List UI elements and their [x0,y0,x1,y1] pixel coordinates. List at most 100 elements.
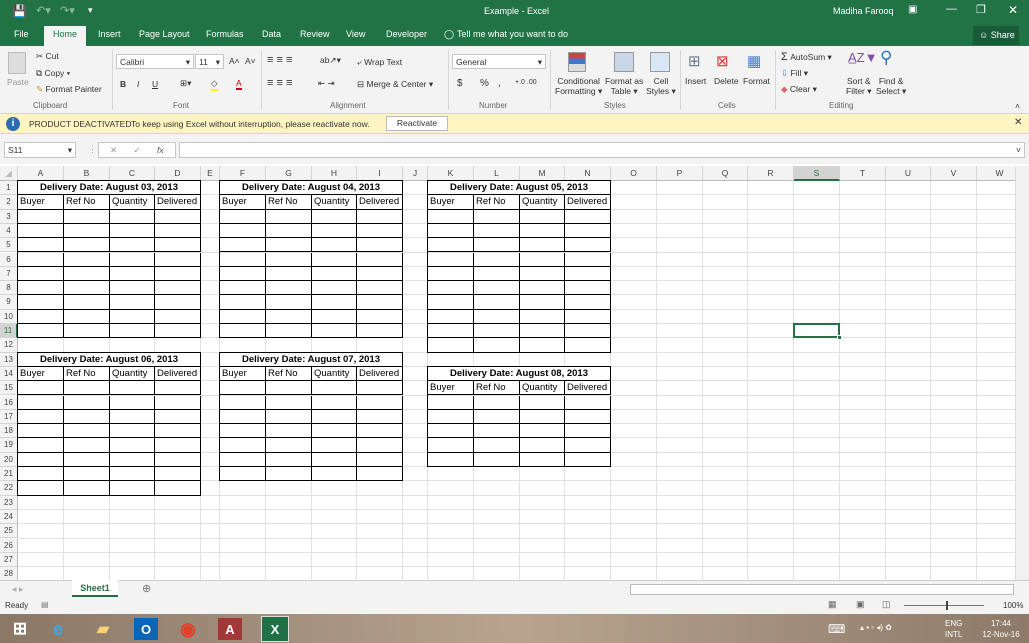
bold-button[interactable]: B [120,79,126,89]
table-data-cell[interactable] [565,424,611,439]
tab-developer[interactable]: Developer [386,29,427,39]
excel-taskbar-icon[interactable]: X [261,616,289,642]
table-data-cell[interactable] [18,209,64,224]
row-header-13[interactable]: 13 [0,352,18,367]
column-header-g[interactable]: G [266,166,312,181]
table-header-cell[interactable]: Ref No [64,366,110,382]
table-data-cell[interactable] [64,467,110,482]
table-data-cell[interactable] [520,209,565,224]
conditional-formatting-button[interactable]: Conditional Formatting ▾ [555,76,602,97]
page-layout-view-icon[interactable]: ▣ [856,599,865,610]
table-data-cell[interactable] [474,424,520,439]
vertical-scrollbar[interactable] [1015,166,1029,580]
cut-button[interactable]: ✂ Cut [36,51,59,62]
row-header-1[interactable]: 1 [0,181,18,196]
table-data-cell[interactable] [266,324,312,339]
table-data-cell[interactable] [312,467,357,482]
table-data-cell[interactable] [110,409,155,425]
table-data-cell[interactable] [565,281,611,296]
table-data-cell[interactable] [18,324,64,339]
table-data-cell[interactable] [565,409,611,425]
table-data-cell[interactable] [266,409,312,425]
row-header-28[interactable]: 28 [0,567,18,580]
table-data-cell[interactable] [565,209,611,224]
table-header-cell[interactable]: Delivered [155,195,201,210]
table-data-cell[interactable] [428,338,474,353]
table-data-cell[interactable] [520,295,565,310]
table-data-cell[interactable] [565,266,611,282]
table-header-cell[interactable]: Ref No [474,195,520,210]
table-data-cell[interactable] [312,395,357,410]
autosum-button[interactable]: Σ AutoSum ▾ [781,51,832,63]
table-data-cell[interactable] [474,252,520,267]
clear-button[interactable]: ◆ Clear ▾ [781,84,817,95]
column-header-w[interactable]: W [977,166,1015,181]
table-data-cell[interactable] [565,452,611,467]
table-data-cell[interactable] [110,395,155,410]
row-header-12[interactable]: 12 [0,338,18,353]
percent-button[interactable]: % [480,78,489,89]
table-data-cell[interactable] [357,381,403,396]
table-data-cell[interactable] [220,295,266,310]
table-data-cell[interactable] [357,438,403,453]
table-data-cell[interactable] [520,281,565,296]
table-data-cell[interactable] [312,381,357,396]
table-data-cell[interactable] [155,266,201,282]
table-data-cell[interactable] [565,338,611,353]
table-data-cell[interactable] [266,281,312,296]
table-header-cell[interactable]: Quantity [520,195,565,210]
column-header-a[interactable]: A [18,166,64,181]
outlook-icon[interactable]: O [134,618,158,640]
row-header-8[interactable]: 8 [0,281,18,296]
table-data-cell[interactable] [266,266,312,282]
table-header-cell[interactable]: Ref No [266,195,312,210]
minimize-icon[interactable]: — [946,3,957,15]
table-data-cell[interactable] [357,324,403,339]
row-header-5[interactable]: 5 [0,238,18,253]
keyboard-icon[interactable]: ⌨ [828,622,845,636]
chrome-icon[interactable]: ◉ [173,616,203,642]
row-header-18[interactable]: 18 [0,424,18,439]
table-data-cell[interactable] [520,338,565,353]
table-header-cell[interactable]: Quantity [110,366,155,382]
new-sheet-icon[interactable]: ⊕ [142,582,151,595]
table-data-cell[interactable] [520,395,565,410]
table-header-cell[interactable]: Quantity [520,381,565,396]
sheet-nav-icon[interactable]: ◂ ▸ [12,584,24,595]
column-header-i[interactable]: I [357,166,403,181]
tell-me-input[interactable]: Tell me what you want to do [457,29,568,39]
table-data-cell[interactable] [428,309,474,324]
page-break-view-icon[interactable]: ◫ [882,599,891,610]
table-data-cell[interactable] [110,481,155,496]
row-header-26[interactable]: 26 [0,538,18,553]
align-top-icon[interactable]: ≡ ≡ ≡ [267,54,292,66]
table-header-cell[interactable]: Ref No [474,381,520,396]
table-title[interactable]: Delivery Date: August 08, 2013 [428,366,611,382]
table-header-cell[interactable]: Delivered [357,195,403,210]
table-data-cell[interactable] [312,309,357,324]
table-data-cell[interactable] [220,252,266,267]
table-data-cell[interactable] [155,481,201,496]
table-header-cell[interactable]: Delivered [565,381,611,396]
table-data-cell[interactable] [64,424,110,439]
table-data-cell[interactable] [428,395,474,410]
table-data-cell[interactable] [155,309,201,324]
table-data-cell[interactable] [312,223,357,239]
column-header-v[interactable]: V [931,166,977,181]
table-data-cell[interactable] [266,438,312,453]
table-data-cell[interactable] [110,266,155,282]
table-data-cell[interactable] [18,295,64,310]
macro-record-icon[interactable]: ▤ [41,600,49,609]
close-message-icon[interactable]: ✕ [1014,117,1022,128]
table-data-cell[interactable] [428,438,474,453]
table-data-cell[interactable] [155,281,201,296]
table-data-cell[interactable] [428,223,474,239]
table-data-cell[interactable] [220,209,266,224]
column-header-l[interactable]: L [474,166,520,181]
table-data-cell[interactable] [312,424,357,439]
table-data-cell[interactable] [266,238,312,253]
zoom-slider-handle[interactable] [946,601,948,610]
tab-page-layout[interactable]: Page Layout [139,29,190,39]
tab-file[interactable]: File [14,29,29,39]
user-name[interactable]: Madiha Farooq [833,6,894,16]
